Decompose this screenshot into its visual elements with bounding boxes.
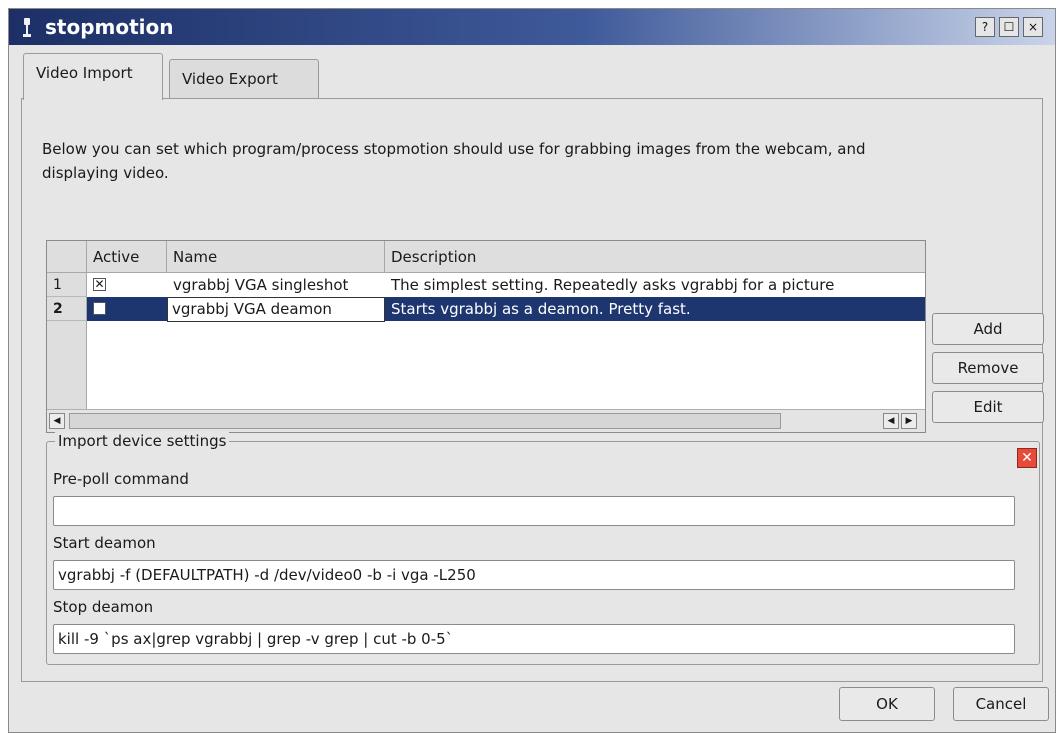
remove-button[interactable]: Remove — [932, 352, 1044, 384]
stop-deamon-label: Stop deamon — [53, 598, 154, 616]
group-title: Import device settings — [55, 432, 230, 450]
add-button[interactable]: Add — [932, 313, 1044, 345]
description-text: Below you can set which program/process … — [42, 140, 866, 182]
tab-video-export[interactable]: Video Export — [169, 59, 319, 99]
tab-video-import[interactable]: Video Import — [23, 53, 163, 100]
edit-button[interactable]: Edit — [932, 391, 1044, 423]
dialog-window: stopmotion ? ☐ × Video Import Video Expo… — [8, 8, 1056, 733]
title-bar[interactable]: stopmotion ? ☐ × — [9, 9, 1055, 45]
import-device-settings-group: Import device settings ✕ Pre-poll comman… — [46, 432, 1040, 665]
active-checkbox[interactable] — [93, 302, 106, 315]
row-header-2[interactable]: 2 — [47, 297, 87, 321]
scrollbar-thumb[interactable] — [69, 413, 781, 429]
pre-poll-command-input[interactable] — [53, 496, 1015, 526]
window-title: stopmotion — [45, 15, 174, 39]
scroll-left-icon[interactable]: ◀ — [883, 413, 899, 429]
corner-header — [47, 241, 87, 273]
column-header-name[interactable]: Name — [167, 241, 385, 273]
maximize-button[interactable]: ☐ — [999, 17, 1019, 37]
row-header-1[interactable]: 1 — [47, 273, 87, 297]
horizontal-scrollbar[interactable]: ◀ ◀ ▶ — [47, 409, 925, 432]
ok-button[interactable]: OK — [839, 687, 935, 721]
stop-deamon-input[interactable]: kill -9 `ps ax|grep vgrabbj | grep -v gr… — [53, 624, 1015, 654]
tab-label: Video Import — [36, 64, 133, 82]
pre-poll-label: Pre-poll command — [53, 470, 189, 488]
description-cell[interactable]: The simplest setting. Repeatedly asks vg… — [385, 273, 925, 297]
cancel-button[interactable]: Cancel — [953, 687, 1049, 721]
tab-label: Video Export — [182, 70, 278, 88]
scroll-right-icon[interactable]: ▶ — [901, 413, 917, 429]
active-checkbox[interactable]: ✕ — [93, 278, 106, 291]
scroll-left-icon[interactable]: ◀ — [49, 413, 65, 429]
video-import-panel: Below you can set which program/process … — [21, 98, 1044, 682]
row-header-fill — [47, 321, 87, 409]
help-button[interactable]: ? — [975, 17, 995, 37]
close-icon[interactable]: ✕ — [1017, 448, 1037, 468]
process-table: Active Name Description 1 2 ✕ vgrabbj VG… — [46, 240, 926, 433]
start-deamon-input[interactable]: vgrabbj -f (DEFAULTPATH) -d /dev/video0 … — [53, 560, 1015, 590]
column-header-active[interactable]: Active — [87, 241, 167, 273]
start-deamon-label: Start deamon — [53, 534, 156, 552]
name-cell-editor[interactable]: vgrabbj VGA deamon — [167, 297, 385, 322]
description-cell[interactable]: Starts vgrabbj as a deamon. Pretty fast. — [385, 297, 925, 321]
column-header-description[interactable]: Description — [385, 241, 925, 273]
close-button[interactable]: × — [1023, 17, 1043, 37]
app-icon — [23, 18, 31, 37]
name-cell[interactable]: vgrabbj VGA singleshot — [167, 273, 385, 297]
